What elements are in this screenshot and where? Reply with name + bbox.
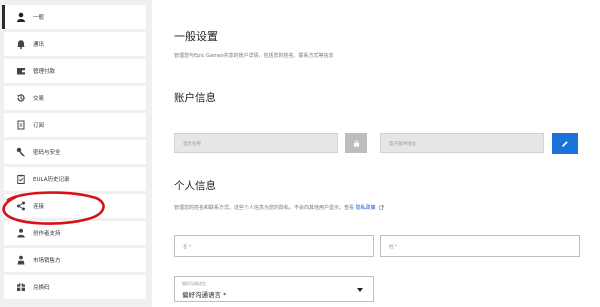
creator-icon (14, 226, 28, 240)
redeem-icon (14, 280, 28, 294)
sidebar-item-general[interactable]: 一般 (2, 5, 146, 29)
language-select-label: 偏好沟通语言 (182, 281, 206, 286)
first-name-input[interactable]: 名 * (174, 235, 374, 257)
email-field[interactable]: 电子邮件地址 (380, 133, 544, 153)
general-description: 管理您与Epic Games共享的账户详情，包括您的姓名、联系方式等信息 (174, 53, 334, 59)
edit-email-button[interactable] (552, 133, 578, 154)
external-link-icon (379, 205, 384, 210)
sidebar-item-transactions[interactable]: 交易 (4, 86, 146, 110)
main-panel: 一般设置 管理您与Epic Games共享的账户详情，包括您的姓名、联系方式等信… (152, 0, 600, 307)
sidebar-item-label: 密码与安全 (33, 150, 61, 156)
last-name-placeholder: 姓 * (389, 245, 398, 250)
sidebar-item-eula-history[interactable]: EULA历史记录 (4, 167, 146, 191)
sidebar-item-label: 订阅 (33, 123, 45, 129)
last-name-input[interactable]: 姓 * (380, 235, 580, 257)
sidebar-item-connections[interactable]: 连接 (4, 194, 146, 218)
personal-description: 管理您的姓名和联系方式。这些个人信息为您的隐私，不会向其他用户显示。查看 隐私政… (174, 204, 384, 211)
sidebar-item-communication[interactable]: 通讯 (4, 32, 146, 56)
sidebar-item-label: 市场销售方 (33, 258, 61, 264)
sidebar-item-marketplace-seller[interactable]: 市场销售方 (4, 248, 146, 272)
language-select[interactable]: 偏好沟通语言 偏好沟通语言 * (174, 276, 374, 302)
sidebar-item-label: 交易 (33, 96, 45, 102)
personal-info-heading: 个人信息 (174, 180, 216, 192)
sidebar-item-label: 一般 (33, 15, 45, 21)
display-name-placeholder: 显示名称 (183, 142, 201, 147)
pencil-icon (562, 140, 568, 147)
sidebar-item-label: 兑换码 (33, 285, 50, 291)
sidebar-item-subscriptions[interactable]: 订阅 (4, 113, 146, 137)
sidebar-item-label: 管理付款 (33, 69, 56, 75)
lock-button[interactable] (345, 133, 367, 153)
email-placeholder: 电子邮件地址 (389, 142, 416, 147)
page-title: 一般设置 (174, 30, 218, 43)
sidebar-item-label: 通讯 (33, 42, 45, 48)
person-icon (14, 10, 28, 24)
wallet-icon (14, 64, 28, 78)
key-icon (14, 145, 28, 159)
display-name-field[interactable]: 显示名称 (174, 133, 338, 153)
sidebar-item-label: 连接 (33, 204, 45, 210)
language-select-value: 偏好沟通语言 * (182, 291, 227, 299)
sidebar-item-payment[interactable]: 管理付款 (4, 59, 146, 83)
sidebar-item-creator-support[interactable]: 创作者支持 (4, 221, 146, 245)
personal-desc-text: 管理您的姓名和联系方式。这些个人信息为您的隐私，不会向其他用户显示。查看 (174, 205, 355, 211)
document-icon (14, 118, 28, 132)
sidebar: 一般 通讯 管理付款 交易 订阅 密码与安全 EULA历史记录 连接 创作者支持… (0, 0, 146, 307)
account-info-heading: 账户信息 (174, 92, 216, 104)
clipboard-icon (14, 172, 28, 186)
seller-icon (14, 253, 28, 267)
first-name-placeholder: 名 * (183, 245, 192, 250)
privacy-policy-link[interactable]: 隐私政策 (356, 205, 376, 211)
sidebar-item-password-security[interactable]: 密码与安全 (4, 140, 146, 164)
sidebar-item-label: EULA历史记录 (33, 177, 70, 183)
history-icon (14, 91, 28, 105)
sidebar-item-label: 创作者支持 (33, 231, 61, 237)
sidebar-item-redeem-code[interactable]: 兑换码 (4, 275, 146, 299)
share-icon (14, 199, 28, 213)
lock-icon (353, 140, 359, 147)
caret-down-icon (357, 288, 363, 292)
bell-icon (14, 37, 28, 51)
